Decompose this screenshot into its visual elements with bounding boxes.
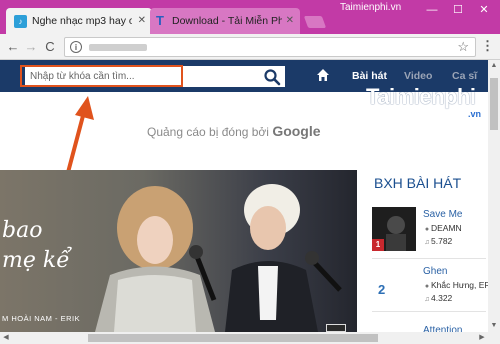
close-window-icon[interactable]: ✕ — [472, 0, 496, 20]
song-title[interactable]: Save Me — [423, 209, 462, 220]
tab-label: Download - Tải Miễn Phí — [172, 15, 282, 27]
featured-banner[interactable]: bao mẹ kể M HOÀI NAM - ERIK — [0, 170, 357, 332]
ad-text: Quảng cáo bị đóng bởi — [147, 125, 269, 139]
search-highlight-box — [20, 65, 183, 87]
brand-watermark: Taimienphi.vn — [340, 2, 402, 13]
scroll-up-icon[interactable]: ▲ — [488, 60, 500, 72]
forward-arrow-icon[interactable]: → — [22, 38, 40, 56]
tab-nhaccuatui[interactable]: ♪ Nghe nhạc mp3 hay onli ✕ — [6, 8, 152, 34]
maximize-icon[interactable]: ☐ — [446, 0, 470, 20]
rank-badge: 1 — [372, 239, 384, 251]
chart-title[interactable]: BXH BÀI HÁT — [374, 175, 461, 191]
banner-caption: M HOÀI NAM - ERIK — [2, 314, 81, 323]
user-icon: ● — [424, 283, 430, 290]
new-tab-button[interactable] — [303, 16, 327, 28]
rank-number: 2 — [378, 282, 386, 297]
row-divider — [372, 311, 486, 312]
browser-toolbar: ← → C i ☆ ⋮ — [0, 34, 500, 60]
reload-icon[interactable]: C — [41, 38, 59, 56]
song-plays: ♫4.322 — [424, 293, 453, 303]
vertical-scroll-thumb[interactable] — [490, 78, 498, 130]
headphones-icon: ♫ — [424, 239, 430, 246]
song-chart-panel: BXH BÀI HÁT 1 Save Me ● DEAMN ♫5.782 2 Gh… — [366, 167, 500, 344]
nhaccuatui-favicon-icon: ♪ — [14, 15, 27, 28]
back-arrow-icon[interactable]: ← — [4, 38, 22, 56]
minimize-icon[interactable]: — — [420, 0, 444, 20]
scroll-down-icon[interactable]: ▼ — [488, 320, 500, 332]
scroll-right-icon[interactable]: ▶ — [476, 332, 488, 344]
address-bar[interactable]: i ☆ — [64, 37, 476, 57]
browser-tab-strip: ♪ Nghe nhạc mp3 hay onli ✕ T Download - … — [0, 0, 500, 34]
scroll-left-icon[interactable]: ◀ — [0, 332, 12, 344]
logo-suffix: .vn — [468, 109, 482, 119]
info-icon[interactable]: i — [70, 41, 82, 53]
taimienphi-favicon-icon: T — [156, 13, 164, 28]
horizontal-scrollbar[interactable]: ◀ ▶ — [0, 332, 488, 344]
home-icon[interactable] — [316, 68, 330, 82]
headphones-icon: ♫ — [424, 296, 430, 303]
song-artist[interactable]: ● DEAMN — [423, 223, 462, 233]
horizontal-scroll-thumb[interactable] — [88, 334, 378, 342]
tab-close-icon[interactable]: ✕ — [138, 8, 146, 34]
user-icon: ● — [424, 226, 430, 233]
chart-row[interactable]: 1 Save Me ● DEAMN ♫5.782 — [366, 207, 488, 255]
song-thumbnail[interactable]: 1 — [372, 207, 416, 251]
browser-menu-icon[interactable]: ⋮ — [481, 38, 494, 54]
song-title[interactable]: Ghen — [423, 266, 447, 277]
bookmark-star-icon[interactable]: ☆ — [457, 39, 469, 55]
search-icon[interactable] — [263, 68, 281, 86]
google-brand: Google — [272, 123, 321, 139]
logo-text: Taimienphi — [366, 84, 476, 109]
vertical-scrollbar[interactable]: ▲ ▼ — [488, 60, 500, 344]
banner-title: bao mẹ kể — [2, 216, 70, 276]
tab-taimienphi[interactable]: T Download - Tải Miễn Phí ✕ — [150, 8, 300, 34]
chart-row[interactable]: 2 Ghen ●Khắc Hưng, ERIK, M... ♫4.322 — [366, 264, 500, 306]
tab-close-icon[interactable]: ✕ — [286, 8, 294, 34]
banner-title-line-2: mẹ kể — [2, 248, 70, 273]
blurred-url — [89, 44, 147, 51]
row-divider — [372, 258, 486, 259]
banner-title-line-1: bao — [2, 218, 43, 243]
song-plays: ♫5.782 — [424, 236, 453, 246]
ad-closed-notice: Quảng cáo bị đóng bởi Google — [147, 123, 321, 139]
tab-label: Nghe nhạc mp3 hay onli — [32, 15, 132, 27]
banner-badge — [326, 324, 346, 332]
